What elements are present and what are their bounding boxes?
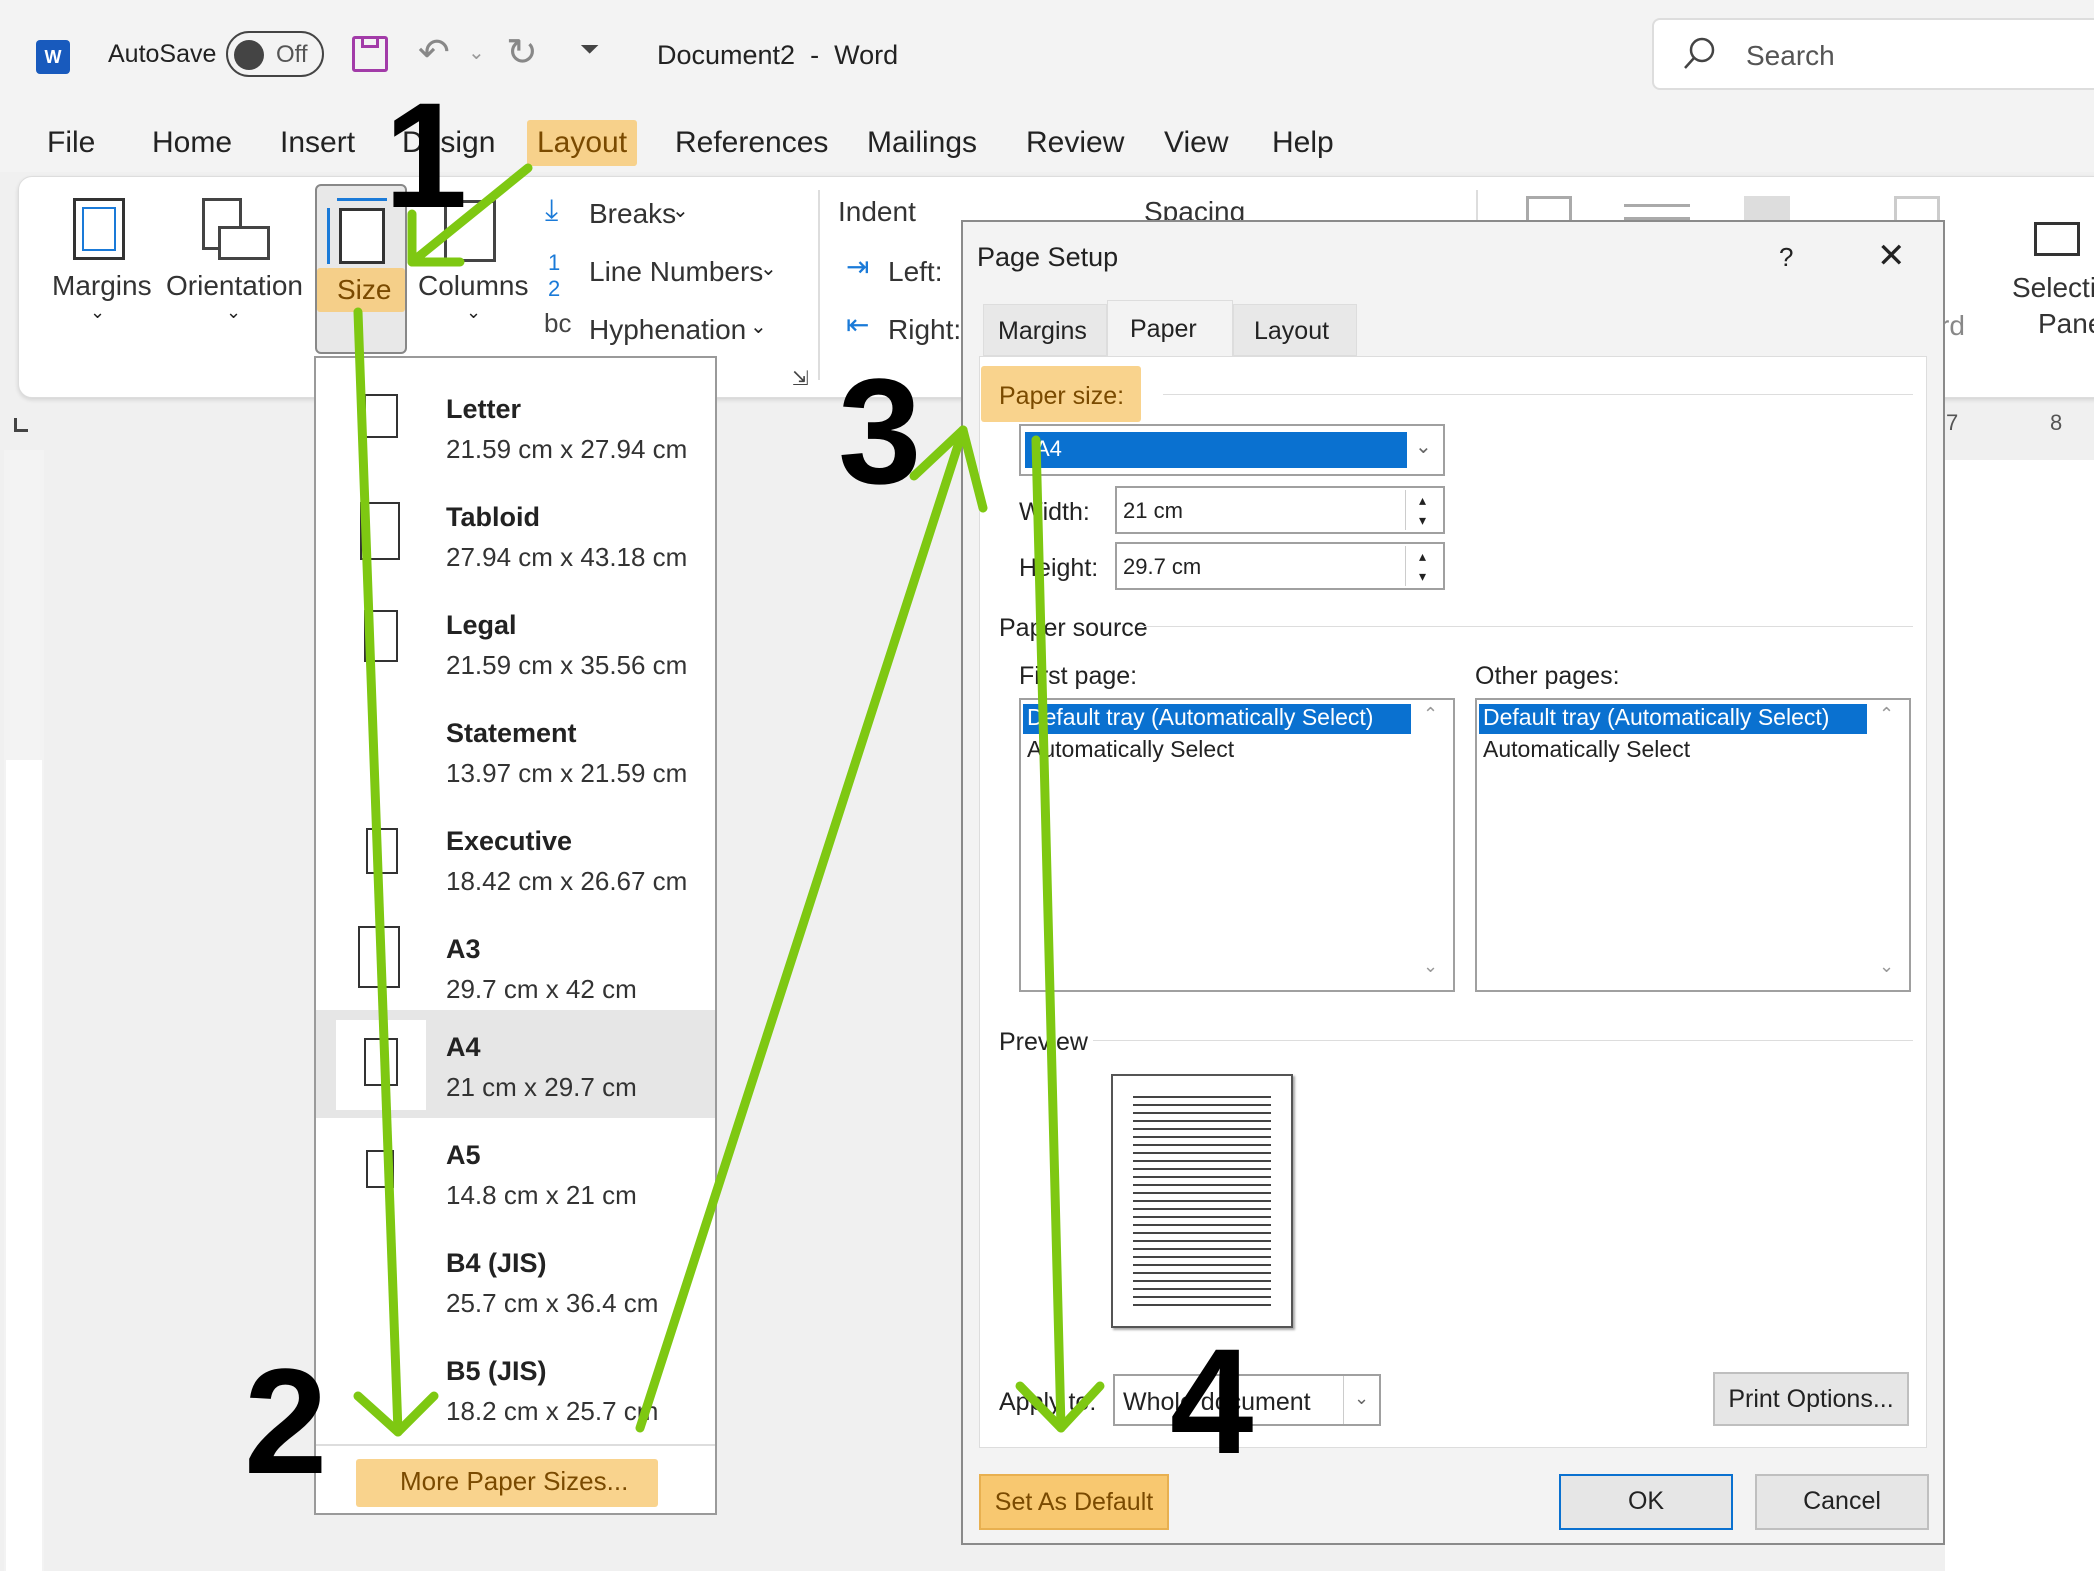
step-number-2: 2 (244, 1337, 328, 1505)
arrow-step-3 (635, 425, 968, 1433)
step-number-4: 4 (1170, 1317, 1254, 1485)
arrow-step-2 (353, 307, 403, 1437)
annotation-arrows (353, 163, 1105, 1437)
arrow-step-4 (1031, 435, 1066, 1433)
step-number-3: 3 (838, 347, 922, 515)
step-number-1: 1 (384, 71, 468, 239)
